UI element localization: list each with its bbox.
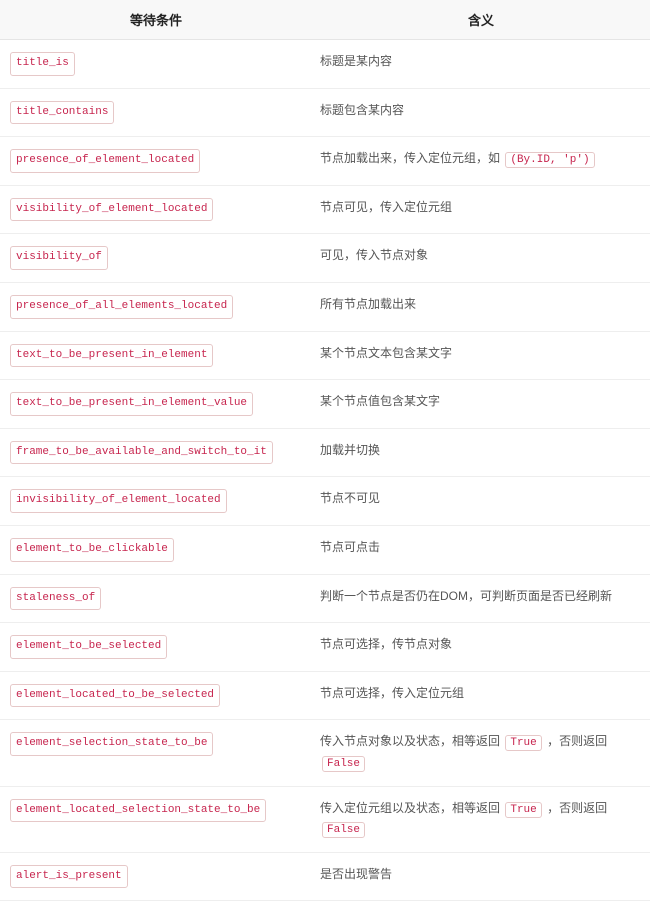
meaning-cell: 节点加载出来，传入定位元组，如 (By.ID, 'p') xyxy=(312,137,650,186)
condition-code: staleness_of xyxy=(10,587,101,611)
inline-code: False xyxy=(322,822,365,838)
table-row: visibility_of 可见，传入节点对象 xyxy=(0,234,650,283)
table-header-row: 等待条件 含义 xyxy=(0,0,650,40)
header-condition: 等待条件 xyxy=(0,0,312,40)
condition-code: visibility_of xyxy=(10,246,108,270)
meaning-text: 节点可选择，传节点对象 xyxy=(320,637,452,651)
meaning-text: 可见，传入节点对象 xyxy=(320,248,428,262)
meaning-cell: 标题包含某内容 xyxy=(312,89,650,138)
condition-code: element_located_to_be_selected xyxy=(10,684,220,708)
inline-code: (By.ID, 'p') xyxy=(505,152,594,168)
inline-code: True xyxy=(505,735,541,751)
meaning-text: 节点可点击 xyxy=(320,540,380,554)
condition-cell: element_to_be_selected xyxy=(0,623,312,672)
meaning-text: 加载并切换 xyxy=(320,443,380,457)
meaning-text: 传入节点对象以及状态，相等返回 xyxy=(320,734,503,748)
meaning-cell: 传入节点对象以及状态，相等返回 True ，否则返回 False xyxy=(312,720,650,786)
table-row: element_located_to_be_selected 节点可选择，传入定位… xyxy=(0,672,650,721)
meaning-text: 判断一个节点是否仍在DOM，可判断页面是否已经刷新 xyxy=(320,589,612,603)
meaning-cell: 某个节点值包含某文字 xyxy=(312,380,650,429)
wait-conditions-table: 等待条件 含义 title_is 标题是某内容 title_contains 标题包含… xyxy=(0,0,650,901)
meaning-text: ，否则返回 xyxy=(544,734,607,748)
condition-cell: presence_of_element_located xyxy=(0,137,312,186)
table-row: element_selection_state_to_be 传入节点对象以及状态，… xyxy=(0,720,650,786)
condition-cell: visibility_of xyxy=(0,234,312,283)
condition-cell: element_selection_state_to_be xyxy=(0,720,312,786)
meaning-cell: 节点不可见 xyxy=(312,477,650,526)
meaning-text: 是否出现警告 xyxy=(320,867,392,881)
condition-code: element_to_be_selected xyxy=(10,635,167,659)
meaning-text: 标题包含某内容 xyxy=(320,103,404,117)
condition-code: alert_is_present xyxy=(10,865,128,889)
meaning-cell: 节点可点击 xyxy=(312,526,650,575)
condition-code: title_is xyxy=(10,52,75,76)
table-row: alert_is_present 是否出现警告 xyxy=(0,853,650,901)
condition-cell: frame_to_be_available_and_switch_to_it xyxy=(0,429,312,478)
meaning-text: ，否则返回 xyxy=(544,801,607,815)
condition-code: invisibility_of_element_located xyxy=(10,489,227,513)
meaning-cell: 是否出现警告 xyxy=(312,853,650,901)
meaning-text: 某个节点文本包含某文字 xyxy=(320,346,452,360)
meaning-cell: 所有节点加载出来 xyxy=(312,283,650,332)
table-row: frame_to_be_available_and_switch_to_it 加载… xyxy=(0,429,650,478)
table-row: presence_of_all_elements_located 所有节点加载出来 xyxy=(0,283,650,332)
condition-cell: title_is xyxy=(0,40,312,89)
table-row: element_located_selection_state_to_be 传入定… xyxy=(0,787,650,853)
meaning-text: 标题是某内容 xyxy=(320,54,392,68)
condition-cell: invisibility_of_element_located xyxy=(0,477,312,526)
meaning-cell: 传入定位元组以及状态，相等返回 True ，否则返回 False xyxy=(312,787,650,853)
table-body: title_is 标题是某内容 title_contains 标题包含某内容 prese… xyxy=(0,40,650,901)
table-row: text_to_be_present_in_element_value 某个节点值… xyxy=(0,380,650,429)
condition-cell: element_located_to_be_selected xyxy=(0,672,312,721)
meaning-text: 节点不可见 xyxy=(320,491,380,505)
condition-code: element_to_be_clickable xyxy=(10,538,174,562)
table-row: element_to_be_selected 节点可选择，传节点对象 xyxy=(0,623,650,672)
meaning-text: 传入定位元组以及状态，相等返回 xyxy=(320,801,503,815)
meaning-text: 节点加载出来，传入定位元组，如 xyxy=(320,151,503,165)
condition-code: text_to_be_present_in_element_value xyxy=(10,392,253,416)
condition-code: visibility_of_element_located xyxy=(10,198,213,222)
condition-cell: title_contains xyxy=(0,89,312,138)
condition-code: text_to_be_present_in_element xyxy=(10,344,213,368)
meaning-cell: 标题是某内容 xyxy=(312,40,650,89)
inline-code: True xyxy=(505,802,541,818)
meaning-text: 节点可见，传入定位元组 xyxy=(320,200,452,214)
condition-cell: presence_of_all_elements_located xyxy=(0,283,312,332)
condition-code: element_located_selection_state_to_be xyxy=(10,799,266,823)
table-row: element_to_be_clickable 节点可点击 xyxy=(0,526,650,575)
table-row: visibility_of_element_located 节点可见，传入定位元组 xyxy=(0,186,650,235)
table-row: text_to_be_present_in_element 某个节点文本包含某文字 xyxy=(0,332,650,381)
table-row: title_contains 标题包含某内容 xyxy=(0,89,650,138)
meaning-cell: 节点可选择，传节点对象 xyxy=(312,623,650,672)
condition-cell: alert_is_present xyxy=(0,853,312,901)
table-row: invisibility_of_element_located 节点不可见 xyxy=(0,477,650,526)
meaning-text: 所有节点加载出来 xyxy=(320,297,416,311)
header-meaning: 含义 xyxy=(312,0,650,40)
meaning-text: 某个节点值包含某文字 xyxy=(320,394,440,408)
meaning-cell: 判断一个节点是否仍在DOM，可判断页面是否已经刷新 xyxy=(312,575,650,624)
condition-code: presence_of_all_elements_located xyxy=(10,295,233,319)
table-row: presence_of_element_located 节点加载出来，传入定位元组… xyxy=(0,137,650,186)
condition-code: title_contains xyxy=(10,101,114,125)
inline-code: False xyxy=(322,756,365,772)
condition-cell: text_to_be_present_in_element xyxy=(0,332,312,381)
meaning-cell: 可见，传入节点对象 xyxy=(312,234,650,283)
table-row: title_is 标题是某内容 xyxy=(0,40,650,89)
condition-cell: text_to_be_present_in_element_value xyxy=(0,380,312,429)
table-row: staleness_of 判断一个节点是否仍在DOM，可判断页面是否已经刷新 xyxy=(0,575,650,624)
meaning-text: 节点可选择，传入定位元组 xyxy=(320,686,464,700)
condition-cell: visibility_of_element_located xyxy=(0,186,312,235)
condition-code: element_selection_state_to_be xyxy=(10,732,213,756)
condition-code: frame_to_be_available_and_switch_to_it xyxy=(10,441,273,465)
meaning-cell: 节点可选择，传入定位元组 xyxy=(312,672,650,721)
condition-cell: staleness_of xyxy=(0,575,312,624)
condition-code: presence_of_element_located xyxy=(10,149,200,173)
meaning-cell: 某个节点文本包含某文字 xyxy=(312,332,650,381)
meaning-cell: 加载并切换 xyxy=(312,429,650,478)
condition-cell: element_located_selection_state_to_be xyxy=(0,787,312,853)
meaning-cell: 节点可见，传入定位元组 xyxy=(312,186,650,235)
condition-cell: element_to_be_clickable xyxy=(0,526,312,575)
